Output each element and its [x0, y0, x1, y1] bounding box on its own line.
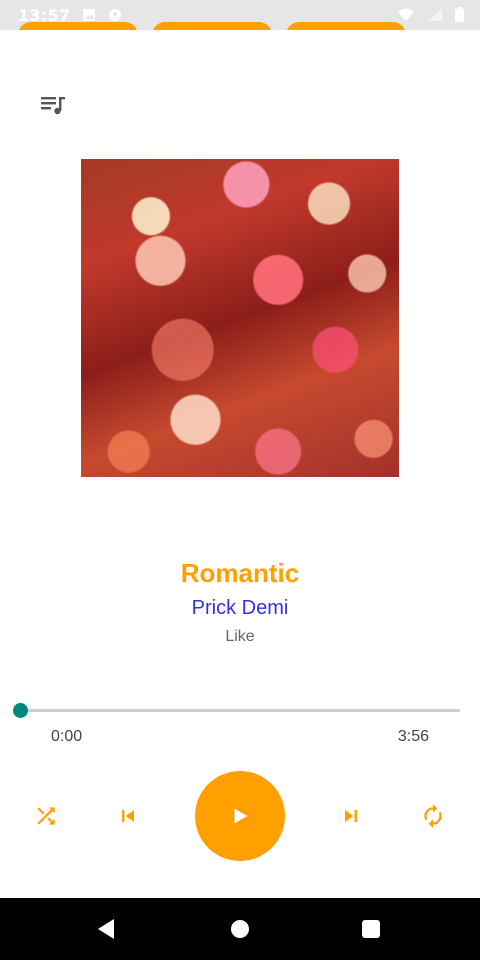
total-time: 3:56: [397, 728, 429, 745]
play-button[interactable]: [195, 771, 285, 861]
signal-icon: [428, 8, 442, 21]
previous-button[interactable]: [112, 800, 144, 832]
song-title: Romantic: [180, 558, 300, 588]
repeat-icon: [424, 804, 442, 828]
play-icon: [234, 808, 248, 824]
previous-icon: [122, 810, 134, 822]
next-button[interactable]: [335, 800, 367, 832]
player-screen: Romantic Prick Demi Like 0:00 3:56: [0, 30, 480, 898]
back-icon[interactable]: [96, 918, 116, 940]
queue-button[interactable]: [38, 92, 68, 118]
album-art: [81, 159, 399, 477]
shuffle-button[interactable]: [30, 800, 62, 832]
notification-icon: [109, 9, 121, 21]
current-time: 0:00: [51, 728, 83, 745]
repeat-button[interactable]: [417, 800, 449, 832]
seek-thumb[interactable]: [13, 703, 28, 718]
song-album: Like: [225, 628, 255, 645]
next-icon: [345, 810, 357, 822]
shuffle-icon: [37, 807, 55, 825]
recents-icon[interactable]: [362, 920, 380, 938]
seek-bar[interactable]: [13, 703, 460, 718]
home-icon[interactable]: [231, 920, 249, 938]
wifi-icon: [398, 8, 414, 21]
navigation-bar: [0, 898, 480, 960]
battery-icon: [455, 7, 464, 22]
song-artist[interactable]: Prick Demi: [0, 597, 480, 620]
queue-music-icon: [41, 97, 65, 115]
image-icon: [83, 9, 95, 21]
